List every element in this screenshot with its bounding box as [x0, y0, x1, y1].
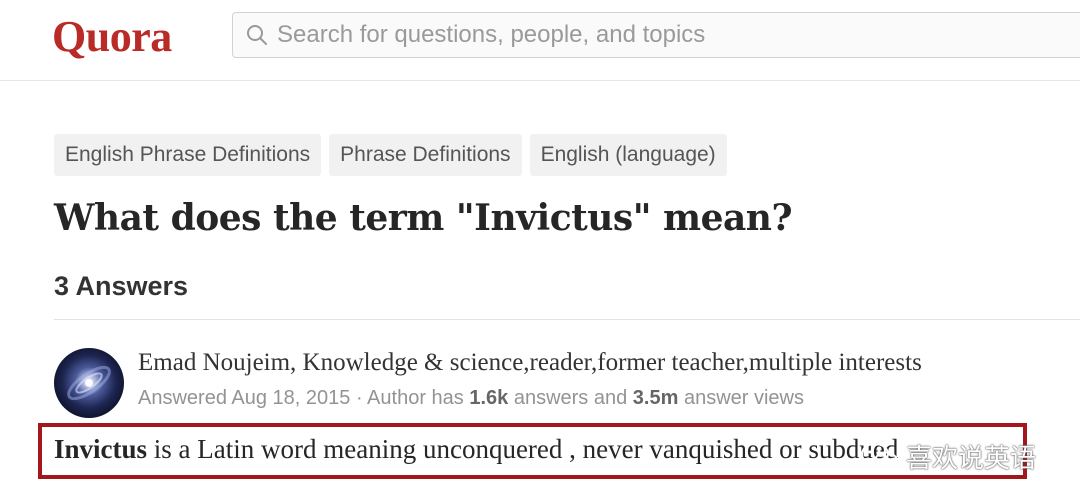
search-input[interactable]: [277, 21, 1037, 49]
answer-meta: Answered Aug 18, 2015 · Author has 1.6k …: [138, 384, 804, 412]
avatar[interactable]: [54, 348, 124, 418]
watermark-text: 喜欢说英语: [906, 443, 1037, 473]
meta-suffix: answer views: [678, 387, 804, 409]
answer-count: 3 Answers: [54, 271, 189, 301]
topic-tag[interactable]: English (language): [529, 134, 727, 176]
quora-question-page: Quora English Phrase Definitions Phrase …: [0, 0, 1080, 504]
meta-middle: answers and: [508, 387, 633, 409]
search-bar[interactable]: [232, 12, 1080, 58]
topic-tag[interactable]: Phrase Definitions: [329, 134, 522, 176]
topic-list: English Phrase Definitions Phrase Defini…: [54, 134, 727, 176]
topic-tag[interactable]: English Phrase Definitions: [54, 134, 322, 176]
question-title[interactable]: What does the term "Invictus" mean?: [54, 190, 793, 246]
wechat-icon: [861, 442, 898, 470]
search-icon: [245, 23, 269, 47]
top-header: Quora: [0, 0, 1080, 81]
watermark: 喜欢说英语: [860, 438, 1036, 475]
divider: [54, 319, 1080, 320]
views-count: 3.5m: [632, 387, 679, 409]
answer-date: Answered Aug 18, 2015 · Author has: [138, 387, 470, 409]
answers-count: 1.6k: [469, 387, 509, 409]
author-name[interactable]: Emad Noujeim, Knowledge & science,reader…: [138, 346, 922, 380]
quora-logo[interactable]: Quora: [52, 11, 172, 63]
